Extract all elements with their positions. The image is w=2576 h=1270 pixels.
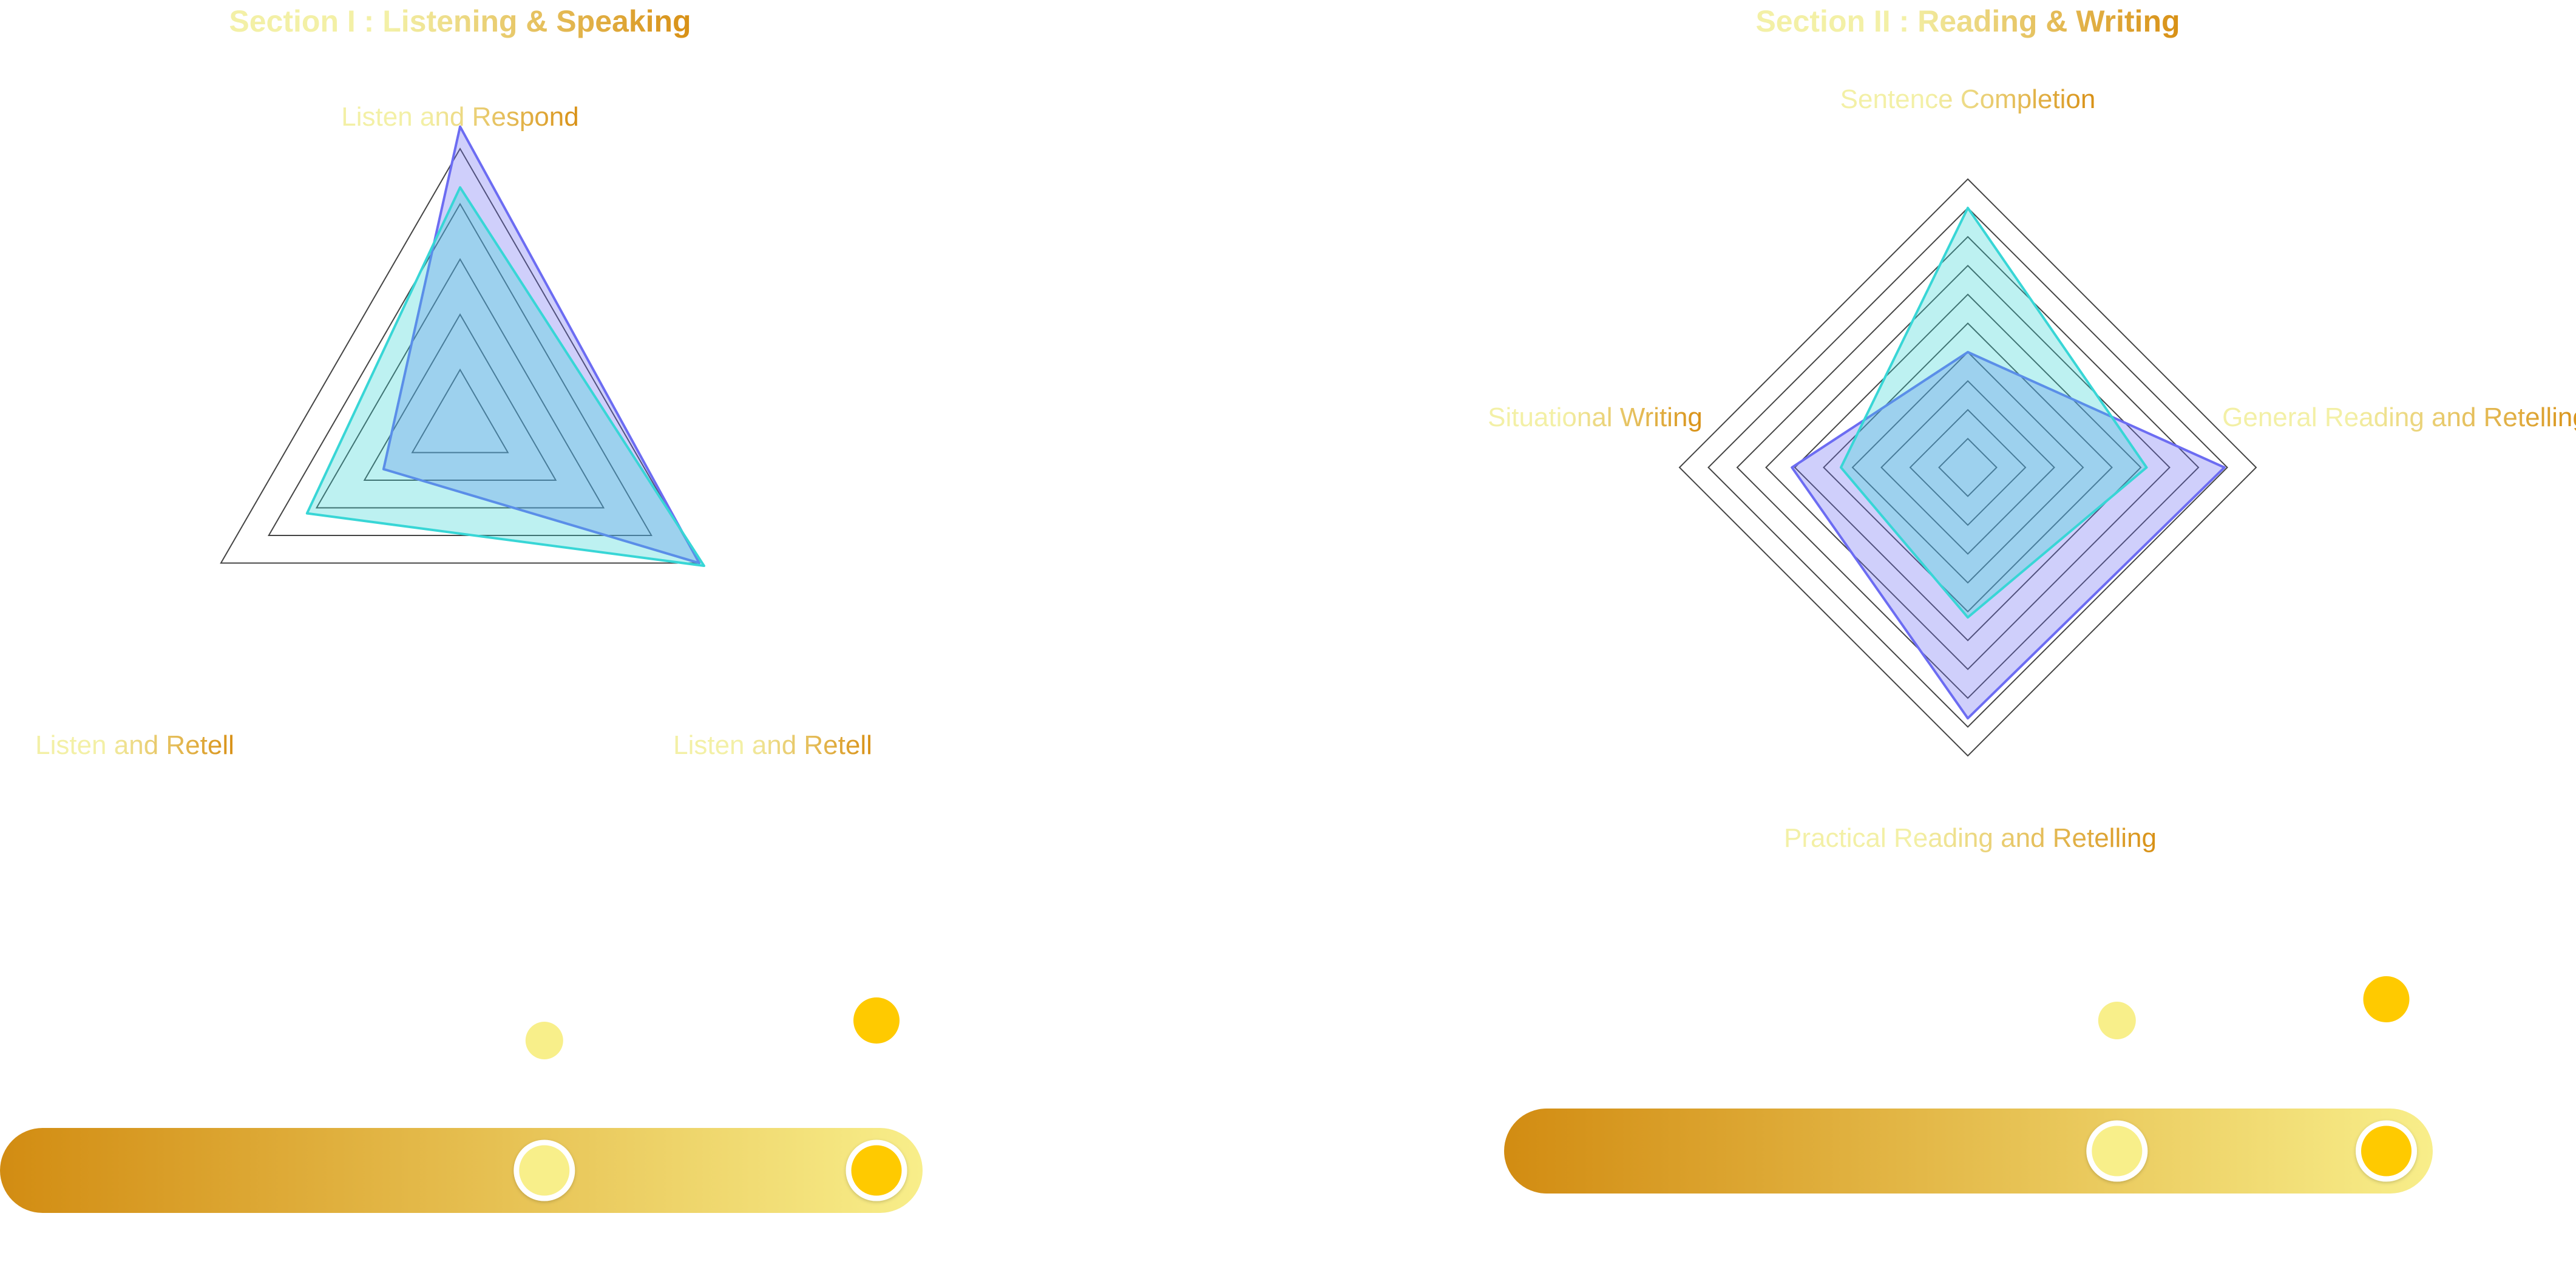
charts-canvas: Section I : Listening & Speaking Listen … [0,4,2576,1213]
range-handle-end-marker [853,997,900,1044]
range-track[interactable] [0,1128,923,1213]
range-handle-start-marker [525,1022,563,1059]
chart-title: Section I : Listening & Speaking [229,4,691,38]
radar-series [305,125,705,568]
radar-chart-section-1: Section I : Listening & Speaking Listen … [0,4,923,1213]
axis-label-practical-reading-and-retelling: Practical Reading and Retelling [1784,823,2157,853]
axis-label-sentence-completion: Sentence Completion [1840,84,2096,114]
axis-label-situational-writing: Situational Writing [1488,402,1703,432]
axis-label-general-reading-and-retelling: General Reading and Retelling [2222,402,2576,432]
range-track[interactable] [1504,1109,2433,1194]
range-handle-start[interactable] [514,1139,575,1201]
radar-chart-section-2: Section II : Reading & Writing Sentence … [1488,4,2576,1194]
range-handle-end[interactable] [846,1139,907,1201]
range-handle-start[interactable] [2086,1120,2148,1182]
range-handle-end-marker [2363,976,2410,1022]
axis-label-listen-and-retell-right: Listen and Retell [673,730,872,760]
range-slider[interactable] [0,997,923,1213]
range-handle-start-marker [2098,1002,2136,1039]
range-handle-end[interactable] [2356,1120,2417,1182]
radar-series [1791,206,2226,720]
range-slider[interactable] [1504,976,2433,1194]
chart-title: Section II : Reading & Writing [1755,4,2180,38]
axis-label-listen-and-respond: Listen and Respond [341,102,578,132]
axis-label-listen-and-retell-left: Listen and Retell [35,730,234,760]
